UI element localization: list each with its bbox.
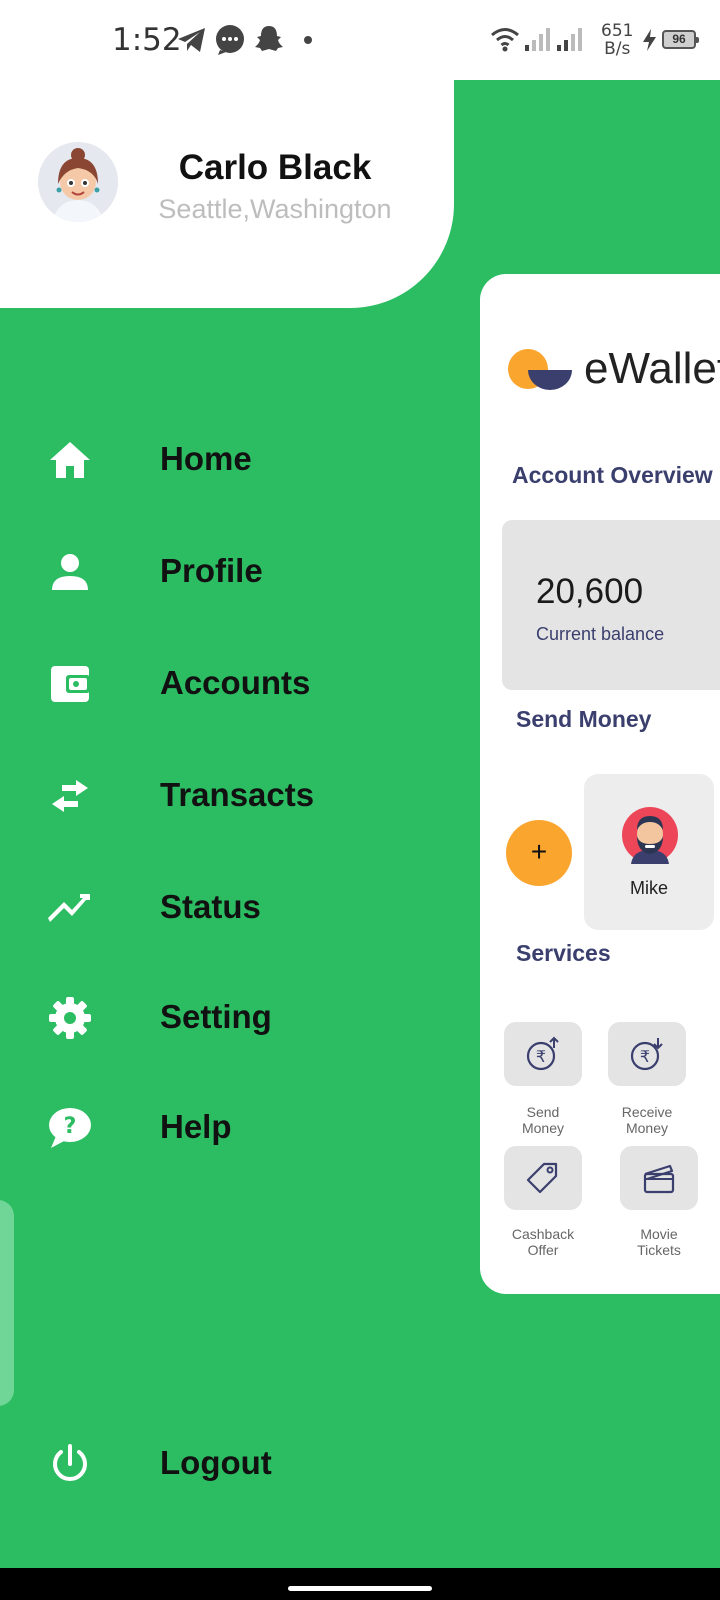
menu-item-home[interactable]: Home — [0, 420, 460, 500]
send-money-service-button[interactable]: ₹ — [504, 1022, 582, 1086]
menu-item-profile[interactable]: Profile — [0, 532, 460, 612]
rupee-up-icon: ₹ — [526, 1036, 559, 1071]
services-title: Services — [516, 940, 611, 966]
profile-name: Carlo Black — [178, 148, 372, 187]
menu-item-status[interactable]: Status — [0, 868, 460, 948]
contact-avatar — [622, 807, 678, 864]
edge-handle[interactable] — [0, 1200, 14, 1406]
svg-text:₹: ₹ — [536, 1047, 546, 1066]
dot-icon — [304, 36, 312, 44]
service-label-line: Tickets — [637, 1242, 681, 1258]
home-icon — [50, 442, 90, 478]
home-gesture-bar[interactable] — [288, 1586, 432, 1591]
snapchat-icon — [255, 26, 283, 51]
logout-label: Logout — [160, 1444, 272, 1481]
menu-label: Help — [160, 1108, 232, 1145]
menu-label: Accounts — [160, 664, 311, 701]
account-overview-title: Account Overview — [512, 462, 713, 488]
service-label-line: Movie — [640, 1226, 678, 1242]
app-logo-text: eWallet — [584, 344, 720, 393]
help-chat-icon: ? — [49, 1108, 91, 1148]
network-speed: 651 B/s — [601, 22, 633, 58]
ewallet-logo-icon — [508, 349, 572, 390]
trending-up-icon — [48, 894, 90, 922]
wifi-icon — [491, 28, 519, 52]
cashback-offer-service-button[interactable] — [504, 1146, 582, 1210]
menu-item-accounts[interactable]: Accounts — [0, 644, 460, 724]
receive-money-service-button[interactable]: ₹ — [608, 1022, 686, 1086]
clapperboard-icon — [643, 1164, 675, 1194]
service-label-line: Cashback — [511, 1226, 575, 1242]
send-money-service-label: Send Money — [495, 1104, 591, 1136]
speed-unit: B/s — [604, 39, 631, 59]
swap-arrows-icon — [52, 780, 88, 812]
service-label-line: Money — [625, 1120, 669, 1136]
status-bar: 1:52 651 B/s 96 — [0, 0, 720, 80]
menu-label: Profile — [160, 552, 263, 589]
rupee-down-icon: ₹ — [630, 1038, 663, 1071]
menu-label: Transacts — [160, 776, 315, 813]
charging-icon — [643, 29, 656, 51]
svg-text:?: ? — [64, 1114, 77, 1139]
menu-item-setting[interactable]: Setting — [0, 978, 460, 1058]
menu-item-logout[interactable]: Logout — [0, 1424, 460, 1504]
svg-text:₹: ₹ — [640, 1047, 650, 1066]
balance-value: 20,600 — [536, 572, 644, 611]
menu-item-help[interactable]: ? Help — [0, 1088, 460, 1168]
signal-icon — [557, 28, 582, 51]
battery-icon: 96 — [662, 30, 699, 49]
service-label-line: Send — [526, 1104, 560, 1120]
menu-label: Status — [160, 888, 261, 925]
profile-location: Seattle,Washington — [158, 194, 392, 224]
avatar-illustration — [38, 142, 118, 222]
telegram-icon — [178, 28, 205, 52]
balance-label: Current balance — [536, 624, 665, 644]
movie-tickets-service-label: Movie Tickets — [611, 1226, 707, 1258]
receive-money-service-label: Receive Money — [599, 1104, 695, 1136]
tag-icon — [526, 1162, 558, 1194]
avatar[interactable] — [38, 142, 118, 222]
cashback-offer-service-label: Cashback Offer — [495, 1226, 591, 1258]
contact-card[interactable]: Mike — [584, 774, 714, 930]
chat-icon — [216, 25, 244, 55]
wallet-icon — [51, 666, 90, 702]
add-contact-button[interactable]: + — [506, 820, 572, 886]
contact-name: Mike — [629, 878, 668, 898]
profile-header: Carlo Black Seattle,Washington — [0, 80, 454, 308]
speed-value: 651 — [601, 21, 634, 41]
app-preview-card[interactable]: eWallet Account Overview 20,600 Current … — [480, 274, 720, 1294]
menu-item-transacts[interactable]: Transacts — [0, 756, 460, 836]
balance-card[interactable]: 20,600 Current balance — [502, 520, 720, 690]
power-icon — [53, 1444, 87, 1481]
navigation-bar — [0, 1568, 720, 1600]
service-label-line: Receive — [621, 1104, 673, 1120]
person-icon — [52, 554, 88, 590]
signal-icon — [525, 28, 550, 51]
movie-tickets-service-button[interactable] — [620, 1146, 698, 1210]
send-money-title: Send Money — [516, 706, 652, 732]
gear-icon — [49, 997, 91, 1039]
menu-label: Setting — [160, 998, 272, 1035]
status-time: 1:52 — [112, 22, 182, 58]
service-label-line: Offer — [527, 1242, 559, 1258]
service-label-line: Money — [521, 1120, 565, 1136]
menu-label: Home — [160, 440, 252, 477]
